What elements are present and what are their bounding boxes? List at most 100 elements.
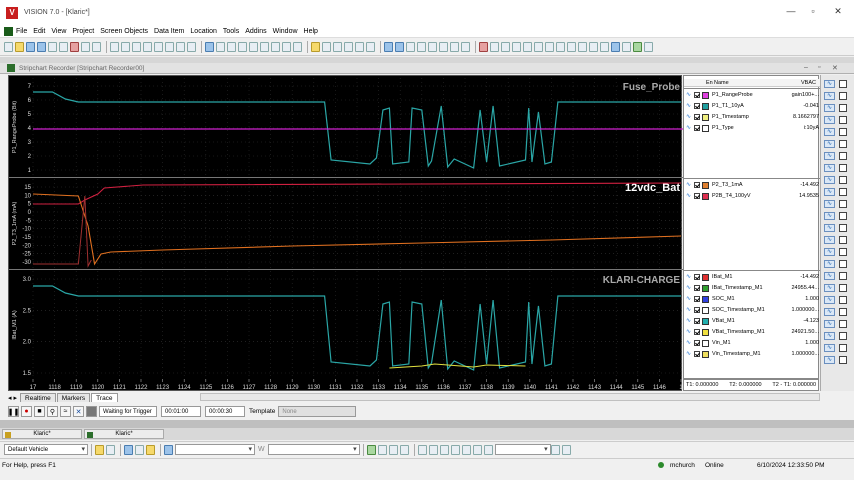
zoom-in-icon[interactable] <box>216 42 225 52</box>
signal-color-swatch[interactable] <box>702 192 709 200</box>
delete-icon[interactable] <box>143 42 152 52</box>
next-icon[interactable] <box>578 42 587 52</box>
signal-config-icon[interactable]: ∿ <box>824 248 835 256</box>
signal-config-checkbox[interactable] <box>839 284 847 292</box>
signal-config-icon[interactable]: ∿ <box>824 188 835 196</box>
tab-scroll-left-icon[interactable]: ◂ <box>8 394 12 402</box>
tab-scroll-right-icon[interactable]: ▸ <box>14 394 18 402</box>
waveform-icon[interactable]: ∿ <box>686 103 692 109</box>
pretrigger-field[interactable]: 00:00:30 <box>205 406 245 417</box>
signal-config-icon[interactable]: ∿ <box>824 152 835 160</box>
legend-row[interactable]: ∿ Vin_M1 1.000 <box>684 338 820 348</box>
first-icon[interactable] <box>589 42 598 52</box>
properties-icon[interactable] <box>81 42 90 52</box>
signal-config-checkbox[interactable] <box>839 212 847 220</box>
signal-config-icon[interactable]: ∿ <box>824 320 835 328</box>
waveform-icon[interactable]: ∿ <box>686 340 692 346</box>
arrow-icon[interactable] <box>461 42 470 52</box>
selected-tool-icon[interactable] <box>611 42 620 52</box>
pause-icon[interactable]: ❚❚ <box>8 406 19 417</box>
signal-config-icon[interactable]: ∿ <box>824 308 835 316</box>
save-icon[interactable] <box>26 42 35 52</box>
signal-config-checkbox[interactable] <box>839 188 847 196</box>
signal-config-icon[interactable]: ∿ <box>824 80 835 88</box>
window-icon[interactable] <box>384 42 393 52</box>
grid-icon[interactable] <box>205 42 214 52</box>
waveform-icon[interactable]: ∿ <box>686 92 692 98</box>
signal-config-checkbox[interactable] <box>839 248 847 256</box>
signal-color-swatch[interactable] <box>702 124 709 132</box>
signal-color-swatch[interactable] <box>702 295 709 303</box>
prev-icon[interactable] <box>567 42 576 52</box>
tab-markers[interactable]: Markers <box>56 393 91 402</box>
signal-config-checkbox[interactable] <box>839 320 847 328</box>
signal-config-checkbox[interactable] <box>839 164 847 172</box>
connect-icon[interactable] <box>366 444 376 455</box>
signal-enable-checkbox[interactable] <box>694 274 700 280</box>
value-select[interactable] <box>494 444 551 455</box>
time-window-field[interactable]: 00:01:00 <box>161 406 201 417</box>
signal-config-icon[interactable]: ∿ <box>824 104 835 112</box>
signal-config-checkbox[interactable] <box>839 152 847 160</box>
chart-icon[interactable] <box>428 42 437 52</box>
diamond-icon[interactable] <box>472 444 482 455</box>
menu-location[interactable]: Location <box>190 28 216 35</box>
zoom-out-icon[interactable] <box>227 42 236 52</box>
stop-square-icon[interactable] <box>86 406 97 417</box>
signal-enable-checkbox[interactable] <box>694 285 700 291</box>
signal-enable-checkbox[interactable] <box>694 193 700 199</box>
signal-enable-checkbox[interactable] <box>694 182 700 188</box>
signal-config-icon[interactable]: ∿ <box>824 92 835 100</box>
signal-config-checkbox[interactable] <box>839 224 847 232</box>
stripchart-plot[interactable]: 7 6 5 4 3 2 1 P1_RangeProbe (Bit) Fuse_Probe 15 10… <box>9 76 683 392</box>
forward-icon[interactable] <box>450 42 459 52</box>
tile-icon[interactable] <box>395 42 404 52</box>
waveform-icon[interactable]: ∿ <box>686 274 692 280</box>
signal-config-checkbox[interactable] <box>839 236 847 244</box>
doc-tab-2[interactable]: Klaric* <box>84 429 164 439</box>
cut-icon[interactable] <box>110 42 119 52</box>
sub-minimize-icon[interactable]: – <box>804 64 808 71</box>
signal-config-checkbox[interactable] <box>839 200 847 208</box>
zoom-area-icon[interactable] <box>545 42 554 52</box>
signal-color-swatch[interactable] <box>702 113 709 121</box>
back-icon[interactable] <box>439 42 448 52</box>
sub-close-icon[interactable]: ✕ <box>832 64 838 72</box>
signal-config-icon[interactable]: ∿ <box>824 200 835 208</box>
signal-config-icon[interactable]: ∿ <box>824 116 835 124</box>
zoom-all-icon[interactable] <box>512 42 521 52</box>
tab-realtime[interactable]: Realtime <box>20 393 56 402</box>
pointer-icon[interactable] <box>366 42 375 52</box>
signal-color-swatch[interactable] <box>702 181 709 189</box>
document-icon[interactable] <box>4 26 13 36</box>
print-icon[interactable] <box>48 42 57 52</box>
waveform-icon[interactable]: ∿ <box>686 307 692 313</box>
menu-view[interactable]: View <box>51 28 66 35</box>
waveform-icon[interactable]: ∿ <box>686 114 692 120</box>
legend-row[interactable]: ∿ IBat_M1 -14.492 <box>684 272 820 282</box>
arrow-left-icon[interactable] <box>428 444 438 455</box>
x-icon[interactable] <box>439 444 449 455</box>
signal-config-checkbox[interactable] <box>839 116 847 124</box>
legend-row[interactable]: ∿ SOC_M1 1.000 <box>684 294 820 304</box>
settings-icon[interactable] <box>399 444 409 455</box>
legend-row[interactable]: ∿ IBat_Timestamp_M1 24955.44... <box>684 283 820 293</box>
signal-enable-checkbox[interactable] <box>694 125 700 131</box>
legend-row[interactable]: ∿ P2_T3_1mA -14.492 <box>684 180 820 190</box>
tool-icon[interactable] <box>70 42 79 52</box>
legend-row[interactable]: ∿ P1_Type i:10yA <box>684 123 820 133</box>
maximize-icon[interactable]: ▫ <box>806 6 820 16</box>
signal-config-icon[interactable]: ∿ <box>824 356 835 364</box>
signal-config-icon[interactable]: ∿ <box>824 212 835 220</box>
last-icon[interactable] <box>600 42 609 52</box>
arrow-right-icon[interactable] <box>483 444 493 455</box>
waveform-icon[interactable]: ∿ <box>686 329 692 335</box>
device-icon[interactable] <box>124 444 133 455</box>
template-select[interactable]: None <box>278 406 357 417</box>
menu-help[interactable]: Help <box>304 28 318 35</box>
waveform-icon[interactable]: ∿ <box>686 125 692 131</box>
signal-config-checkbox[interactable] <box>839 260 847 268</box>
zoom-prev-icon[interactable] <box>282 42 291 52</box>
menu-data-item[interactable]: Data Item <box>154 28 184 35</box>
legend-row[interactable]: ∿ Vin_Timestamp_M1 1.000000... <box>684 349 820 359</box>
